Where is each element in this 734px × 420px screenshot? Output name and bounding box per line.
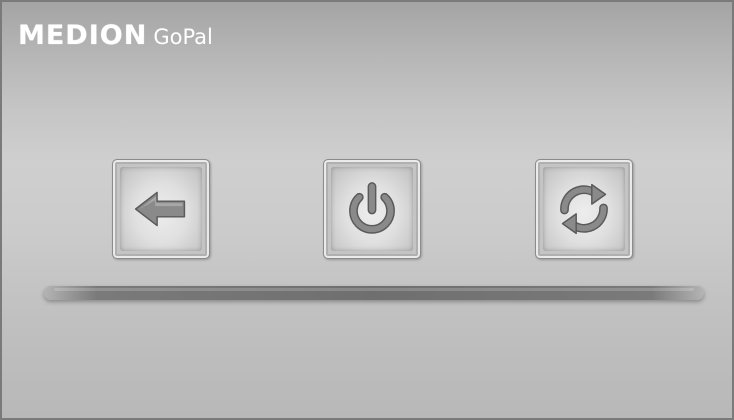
- back-button[interactable]: [112, 159, 210, 259]
- refresh-icon: [560, 183, 608, 235]
- reset-button-face: [543, 167, 625, 251]
- divider-highlight: [54, 288, 694, 291]
- product-name: GoPal: [153, 25, 213, 49]
- back-arrow-icon: [134, 191, 186, 227]
- power-icon: [349, 182, 395, 234]
- power-button[interactable]: [323, 159, 421, 259]
- divider-bar: [44, 286, 704, 300]
- back-button-face: [120, 167, 202, 251]
- reset-button[interactable]: [535, 159, 633, 259]
- gopal-screen: MEDION GoPal: [0, 0, 734, 420]
- power-button-face: [331, 167, 413, 251]
- brand-name: MEDION: [18, 20, 148, 51]
- brand-logo: MEDION GoPal: [18, 18, 213, 54]
